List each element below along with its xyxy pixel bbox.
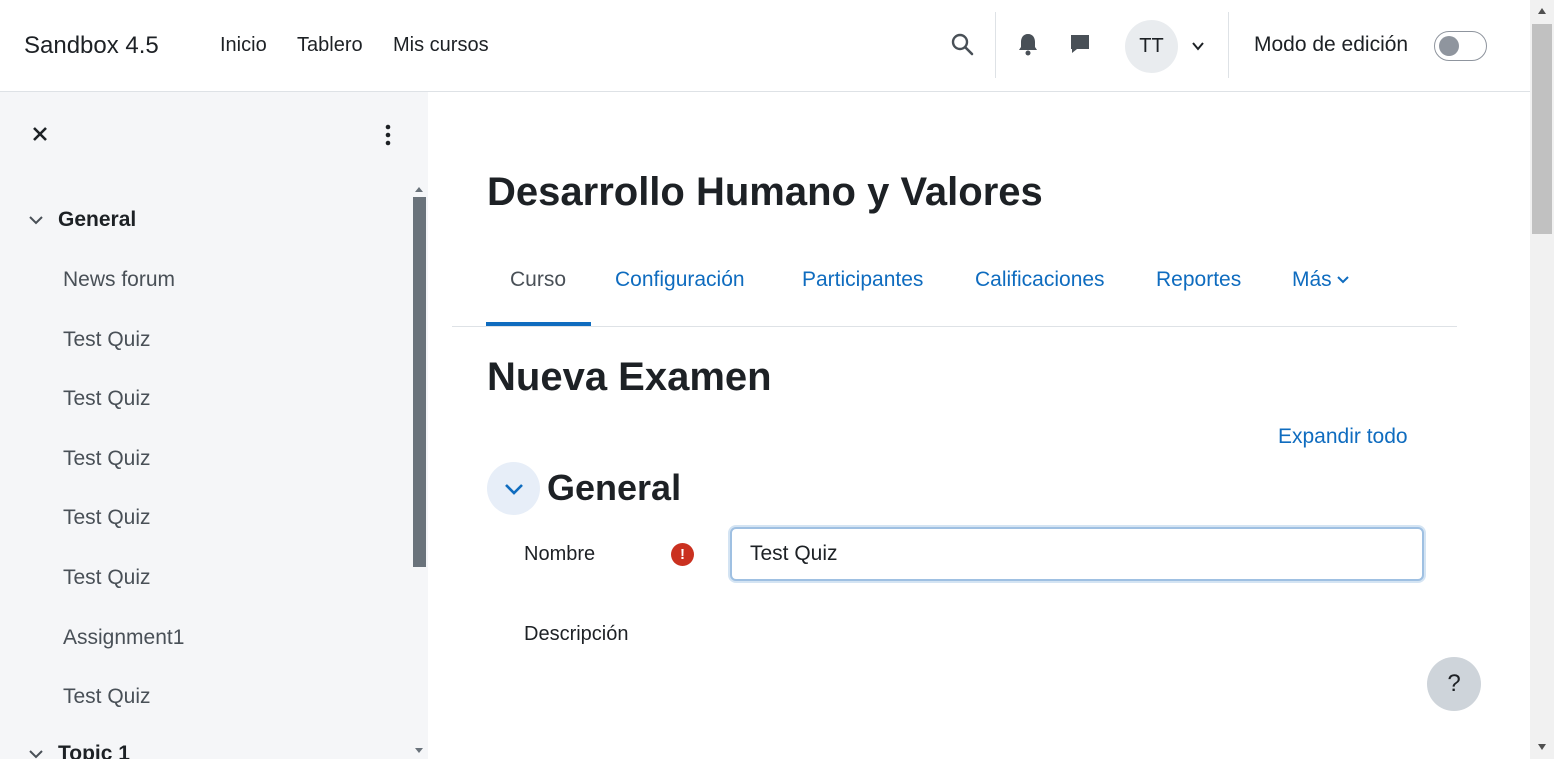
drawer-item[interactable]: Assignment1: [63, 626, 184, 650]
course-tabs: Curso Configuración Participantes Califi…: [452, 244, 1457, 327]
drawer-section-general[interactable]: General: [28, 208, 136, 232]
chevron-down-icon: [29, 216, 43, 225]
scroll-down-arrow-icon[interactable]: [1538, 744, 1546, 750]
nav-link-mis-cursos[interactable]: Mis cursos: [393, 34, 489, 57]
toggle-knob: [1439, 36, 1459, 56]
drawer-section-label: General: [58, 208, 137, 231]
drawer-item[interactable]: Test Quiz: [63, 685, 151, 709]
course-index-drawer: General News forum Test Quiz Test Quiz T…: [0, 92, 428, 759]
navbar-divider: [995, 12, 996, 78]
site-brand[interactable]: Sandbox 4.5: [24, 32, 159, 60]
drawer-item[interactable]: Test Quiz: [63, 387, 151, 411]
course-title: Desarrollo Humano y Valores: [487, 170, 1043, 214]
drawer-item[interactable]: Test Quiz: [63, 506, 151, 530]
drawer-item[interactable]: Test Quiz: [63, 447, 151, 471]
close-icon[interactable]: [28, 122, 52, 146]
name-field-label: Nombre: [524, 543, 596, 565]
chevron-down-icon: [29, 750, 43, 759]
nav-link-inicio[interactable]: Inicio: [220, 34, 267, 57]
drawer-item[interactable]: Test Quiz: [63, 328, 151, 352]
help-button[interactable]: ?: [1427, 657, 1481, 711]
nav-link-tablero[interactable]: Tablero: [297, 34, 363, 57]
scroll-up-arrow-icon[interactable]: [415, 187, 423, 192]
fieldset-legend: General: [547, 467, 682, 508]
tab-configuracion[interactable]: Configuración: [615, 268, 745, 292]
tab-reportes[interactable]: Reportes: [1156, 268, 1241, 292]
top-navbar: Sandbox 4.5 Inicio Tablero Mis cursos TT…: [0, 0, 1530, 92]
tab-curso[interactable]: Curso: [510, 268, 566, 292]
active-tab-indicator: [486, 322, 591, 326]
fieldset-collapse-button[interactable]: [487, 462, 540, 515]
page-heading: Nueva Examen: [487, 355, 772, 399]
drawer-section-label: Topic 1: [58, 742, 130, 759]
drawer-item[interactable]: News forum: [63, 268, 175, 292]
edit-mode-toggle[interactable]: [1434, 31, 1487, 61]
name-field[interactable]: [730, 527, 1424, 581]
chevron-down-icon: [1336, 276, 1349, 284]
page-scrollbar-thumb[interactable]: [1532, 24, 1552, 234]
edit-mode-label: Modo de edición: [1254, 33, 1409, 56]
bell-icon[interactable]: [1014, 30, 1042, 58]
chat-bubble-icon[interactable]: [1066, 30, 1094, 58]
navbar-divider: [1228, 12, 1229, 78]
chevron-down-icon[interactable]: [1184, 32, 1212, 60]
chevron-down-icon: [504, 483, 523, 495]
drawer-section-topic-1[interactable]: Topic 1: [28, 742, 130, 759]
avatar[interactable]: TT: [1125, 20, 1178, 73]
scroll-down-arrow-icon[interactable]: [415, 748, 423, 753]
tab-calificaciones[interactable]: Calificaciones: [975, 268, 1105, 292]
expand-all-link[interactable]: Expandir todo: [1278, 425, 1408, 449]
drawer-item[interactable]: Test Quiz: [63, 566, 151, 590]
search-icon[interactable]: [948, 30, 976, 58]
required-icon: !: [671, 543, 694, 566]
tab-mas[interactable]: Más: [1292, 268, 1350, 292]
kebab-menu-icon[interactable]: [376, 122, 400, 148]
tab-participantes[interactable]: Participantes: [802, 268, 923, 292]
tab-mas-label: Más: [1292, 268, 1332, 291]
description-field-label: Descripción: [524, 623, 629, 645]
drawer-scrollbar-thumb[interactable]: [413, 197, 426, 567]
scroll-up-arrow-icon[interactable]: [1538, 8, 1546, 14]
